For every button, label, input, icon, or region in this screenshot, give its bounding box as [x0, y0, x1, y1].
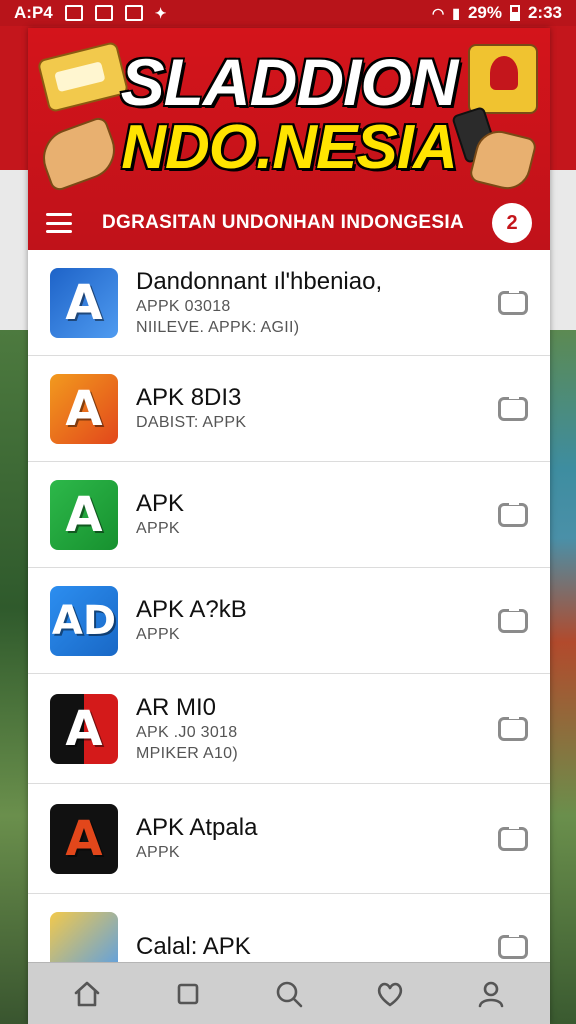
app-version: APPK [136, 844, 180, 861]
list-item[interactable]: A APK APPK [28, 462, 550, 568]
app-logo-icon: A [50, 373, 118, 444]
app-name: Calal: APK [136, 932, 251, 960]
app-title-line2: NDO.NESIA [121, 113, 457, 182]
list-item[interactable]: A Dandonnant ıl'hbeniao, APPK 03018 NIIL… [28, 250, 550, 356]
app-logo-icon: A [50, 479, 118, 550]
app-detail: NIILEVE. APPK: AGII) [136, 318, 300, 336]
app-icon [94, 5, 113, 21]
signal-icon: ▮ [452, 4, 460, 21]
list-item[interactable]: A APK Atpala APPK [28, 784, 550, 894]
profile-icon[interactable] [469, 972, 513, 1016]
app-name: AR MI0 [136, 693, 217, 721]
notification-icon: ✦ [154, 4, 167, 21]
header-toolbar: DGRASITAN UNDONHAN INDONGESIA 2 [28, 196, 550, 250]
square-icon[interactable] [166, 972, 210, 1016]
app-list: A Dandonnant ıl'hbeniao, APPK 03018 NIIL… [28, 250, 550, 962]
app-header: SLADDION NDO.NESIA DGRASITAN UNDONHAN IN… [28, 28, 550, 250]
download-icon[interactable] [498, 713, 528, 741]
app-version: APK .J0 3018 [136, 723, 238, 741]
app-logo-icon: A [50, 267, 118, 338]
header-subtitle: DGRASITAN UNDONHAN INDONGESIA [102, 212, 464, 233]
app-logo-icon: A [50, 693, 118, 764]
app-version: APPK [136, 626, 180, 643]
image-icon [64, 5, 83, 21]
app-logo-icon: AD [50, 585, 118, 656]
app-name: APK Atpala [136, 814, 258, 841]
heart-icon[interactable] [368, 972, 412, 1016]
app-detail: MPIKER A10) [136, 744, 239, 762]
list-item[interactable]: A AR MI0 APK .J0 3018 MPIKER A10) [28, 674, 550, 784]
search-icon[interactable] [267, 972, 311, 1016]
profile-button[interactable]: 2 [492, 203, 532, 243]
app-version: APPK 03018 [136, 297, 231, 315]
clock: 2:33 [527, 3, 562, 22]
app-logo-icon [50, 911, 118, 962]
download-icon[interactable] [498, 393, 528, 421]
download-icon[interactable] [498, 287, 528, 315]
app-name: APK [136, 490, 185, 517]
download-icon[interactable] [498, 605, 528, 633]
app-name: Dandonnant ıl'hbeniao, [136, 267, 383, 295]
download-icon[interactable] [498, 499, 528, 527]
list-item[interactable]: AD APK A?kB APPK [28, 568, 550, 674]
download-icon[interactable] [498, 931, 528, 959]
app-title-line1: SLADDION [120, 45, 459, 119]
background-scenery-left [0, 330, 30, 1024]
app-logo-icon: A [50, 803, 118, 874]
hamburger-menu-icon[interactable] [46, 213, 72, 233]
list-item[interactable]: Calal: APK [28, 894, 550, 962]
mail-icon [124, 5, 143, 21]
app-name: APK A?kB [136, 596, 247, 623]
status-bar: A:P4 ✦ ◠ ▮ 29% 2:33 [0, 0, 576, 26]
app-window: SLADDION NDO.NESIA DGRASITAN UNDONHAN IN… [28, 28, 550, 1024]
battery-icon [509, 5, 520, 21]
home-icon[interactable] [65, 972, 109, 1016]
carrier-label: A:P4 [14, 3, 53, 22]
list-item[interactable]: A APK 8DI3 DABIST: APPK [28, 356, 550, 462]
battery-percent: 29% [467, 3, 502, 22]
background-scenery-right [546, 330, 576, 1024]
bottom-navigation [28, 962, 550, 1024]
download-icon[interactable] [498, 823, 528, 851]
app-name: APK 8DI3 [136, 384, 242, 411]
app-version: DABIST: APPK [136, 414, 247, 431]
app-version: APPK [136, 520, 180, 537]
wifi-icon: ◠ [432, 4, 445, 21]
